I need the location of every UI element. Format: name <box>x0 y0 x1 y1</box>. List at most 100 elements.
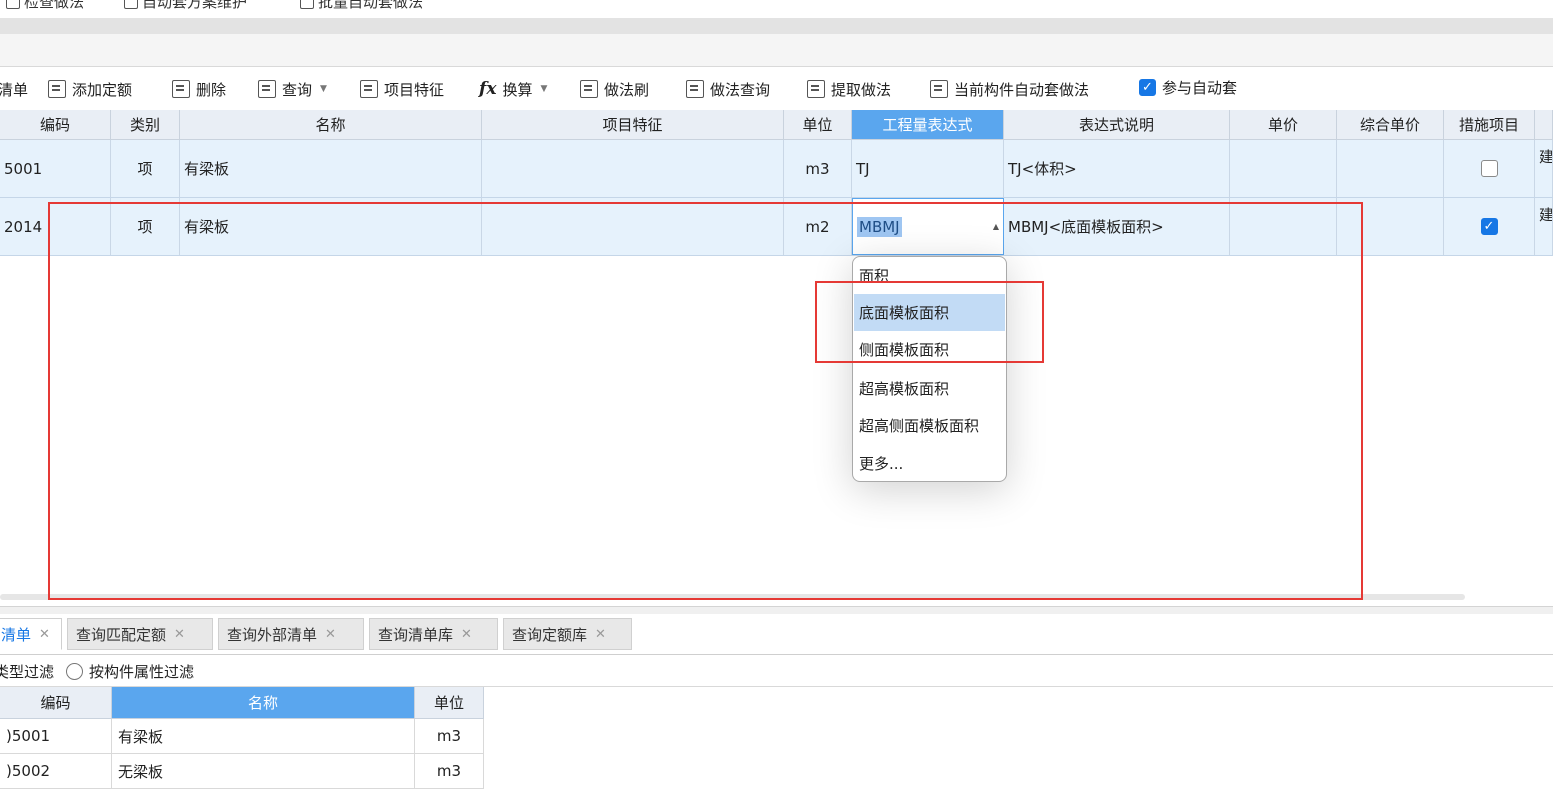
close-icon[interactable]: ✕ <box>174 627 185 642</box>
cell-name[interactable]: 有梁板 <box>180 140 482 197</box>
col-header-expr-desc[interactable]: 表达式说明 <box>1004 110 1230 140</box>
cell-price[interactable] <box>1230 140 1337 197</box>
chevron-down-icon: ▼ <box>540 84 548 94</box>
col-header-code[interactable]: 编码 <box>0 110 111 140</box>
auto-scheme-button[interactable]: 自动套方案维护 <box>124 0 247 12</box>
dropdown-item-bottom-formwork[interactable]: 底面模板面积 <box>854 294 1005 331</box>
lib-col-header-code[interactable]: 编码 <box>0 687 112 719</box>
cell-expr-desc[interactable]: MBMJ<底面模板面积> <box>1004 198 1230 255</box>
method-grid: 编码 类别 名称 项目特征 单位 工程量表达式 表达式说明 单价 综合单价 措施… <box>0 110 1553 260</box>
close-icon[interactable]: ✕ <box>325 627 336 642</box>
col-header-feature[interactable]: 项目特征 <box>482 110 784 140</box>
close-icon[interactable]: ✕ <box>595 627 606 642</box>
lib-col-header-unit[interactable]: 单位 <box>415 687 484 719</box>
expr-edit-value[interactable]: MBMJ <box>857 216 902 237</box>
query-button[interactable]: 查询 ▼ <box>258 78 327 100</box>
cell-feature[interactable] <box>482 198 784 255</box>
method-brush-button[interactable]: 做法刷 <box>580 78 649 100</box>
col-header-comp-price[interactable]: 综合单价 <box>1337 110 1444 140</box>
current-component-auto-button[interactable]: 当前构件自动套做法 <box>930 78 1089 100</box>
cell-price[interactable] <box>1230 198 1337 255</box>
auto-scheme-icon <box>124 0 138 9</box>
cell-type[interactable]: 项 <box>111 198 180 255</box>
cell-measure[interactable]: ✓ <box>1444 198 1535 255</box>
check-method-button[interactable]: 检查做法 <box>6 0 84 12</box>
col-header-extra <box>1535 110 1553 140</box>
auto-participate-checkbox[interactable]: ✓ <box>1139 78 1156 96</box>
tab-external-bill[interactable]: 查询外部清单 ✕ <box>218 618 364 650</box>
tab-bill[interactable]: 清单 ✕ <box>0 618 62 650</box>
lib-cell-unit[interactable]: m3 <box>415 754 484 788</box>
batch-auto-button[interactable]: 批量自动套做法 <box>300 0 423 12</box>
dropdown-item-more[interactable]: 更多... <box>854 445 1005 481</box>
col-header-unit[interactable]: 单位 <box>784 110 852 140</box>
expr-edit-combobox[interactable]: MBMJ ▲ <box>852 198 1004 255</box>
col-header-measure[interactable]: 措施项目 <box>1444 110 1535 140</box>
lib-cell-code[interactable]: )5002 <box>0 754 112 788</box>
convert-button[interactable]: fx 换算 ▼ <box>479 78 547 100</box>
dropdown-item-side-formwork[interactable]: 侧面模板面积 <box>854 331 1005 368</box>
cell-comp-price[interactable] <box>1337 140 1444 197</box>
lib-cell-unit[interactable]: m3 <box>415 719 484 753</box>
table-row[interactable]: )5002 无梁板 m3 <box>0 754 484 789</box>
lib-cell-code[interactable]: )5001 <box>0 719 112 753</box>
auto-participate-toggle[interactable]: ✓ 参与自动套 <box>1139 76 1237 98</box>
close-icon[interactable]: ✕ <box>461 627 472 642</box>
method-query-button[interactable]: 做法查询 <box>686 78 770 100</box>
cell-comp-price[interactable] <box>1337 198 1444 255</box>
extract-method-button[interactable]: 提取做法 <box>807 78 891 100</box>
feature-button[interactable]: 项目特征 <box>360 78 444 100</box>
cell-unit[interactable]: m3 <box>784 140 852 197</box>
cell-code[interactable]: 2014 <box>0 198 111 255</box>
attr-filter-radio[interactable] <box>66 662 84 680</box>
add-quota-icon <box>48 80 66 98</box>
divider-band <box>0 18 1553 34</box>
grid-empty-area <box>0 258 1553 603</box>
batch-auto-icon <box>300 0 314 9</box>
col-header-type[interactable]: 类别 <box>111 110 180 140</box>
fx-icon: fx <box>479 79 497 99</box>
delete-button[interactable]: 删除 <box>172 78 226 100</box>
cell-extra: 建 <box>1535 140 1553 197</box>
feature-icon <box>360 80 378 98</box>
cell-unit[interactable]: m2 <box>784 198 852 255</box>
trash-icon <box>172 80 190 98</box>
dropdown-item-overheight-formwork[interactable]: 超高模板面积 <box>854 370 1005 407</box>
table-row[interactable]: 5001 项 有梁板 m3 TJ TJ<体积> 建 <box>0 140 1553 198</box>
lib-col-header-name[interactable]: 名称 <box>112 687 415 719</box>
expr-dropdown-list: 面积 底面模板面积 侧面模板面积 超高模板面积 超高侧面模板面积 更多... <box>852 256 1007 482</box>
measure-checkbox[interactable]: ✓ <box>1480 218 1498 235</box>
check-method-icon <box>6 0 20 9</box>
tab-quota-library[interactable]: 查询定额库 ✕ <box>503 618 632 650</box>
tab-bill-library[interactable]: 查询清单库 ✕ <box>369 618 498 650</box>
cell-code[interactable]: 5001 <box>0 140 111 197</box>
table-row[interactable]: )5001 有梁板 m3 <box>0 719 484 754</box>
top-toolbar: 检查做法 自动套方案维护 批量自动套做法 <box>0 0 1553 18</box>
cell-expr[interactable]: TJ <box>852 140 1004 197</box>
horizontal-scrollbar[interactable] <box>0 594 1465 600</box>
measure-checkbox[interactable] <box>1480 160 1498 177</box>
cell-feature[interactable] <box>482 140 784 197</box>
bill-button[interactable]: 清单 <box>0 78 28 100</box>
close-icon[interactable]: ✕ <box>39 627 50 642</box>
table-row[interactable]: 2014 项 有梁板 m2 MBMJ ▲ MBMJ<底面模板面积> ✓ 建 <box>0 198 1553 256</box>
lib-cell-name[interactable]: 有梁板 <box>112 719 415 753</box>
cell-name[interactable]: 有梁板 <box>180 198 482 255</box>
chevron-up-icon[interactable]: ▲ <box>993 222 999 231</box>
cell-measure[interactable] <box>1444 140 1535 197</box>
col-header-name[interactable]: 名称 <box>180 110 482 140</box>
attr-filter-label[interactable]: 按构件属性过滤 <box>89 661 194 682</box>
cell-type[interactable]: 项 <box>111 140 180 197</box>
type-filter-option[interactable]: 类型过滤 <box>0 661 54 682</box>
col-header-expr[interactable]: 工程量表达式 <box>852 110 1004 140</box>
col-header-price[interactable]: 单价 <box>1230 110 1337 140</box>
lib-cell-name[interactable]: 无梁板 <box>112 754 415 788</box>
dropdown-item-area[interactable]: 面积 <box>854 257 1005 294</box>
tab-match-quota[interactable]: 查询匹配定额 ✕ <box>67 618 213 650</box>
library-table: 编码 名称 单位 )5001 有梁板 m3 )5002 无梁板 m3 <box>0 687 484 792</box>
dropdown-item-overheight-side-formwork[interactable]: 超高侧面模板面积 <box>854 407 1005 444</box>
cell-expr-desc[interactable]: TJ<体积> <box>1004 140 1230 197</box>
method-query-icon <box>686 80 704 98</box>
current-component-icon <box>930 80 948 98</box>
add-quota-button[interactable]: 添加定额 <box>48 78 132 100</box>
